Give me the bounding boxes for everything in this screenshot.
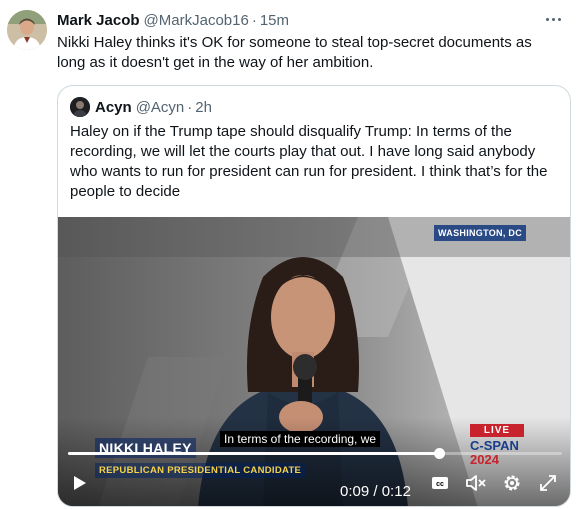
live-badge: LIVE bbox=[470, 424, 524, 437]
tweet-header: Mark Jacob @MarkJacob16 · 15m bbox=[57, 10, 564, 30]
network-logo-name: C-SPAN bbox=[470, 438, 519, 453]
video-progress-fill bbox=[68, 452, 439, 455]
header-separator: · bbox=[251, 11, 257, 29]
quoted-header-separator: · bbox=[187, 98, 193, 116]
play-icon[interactable] bbox=[68, 472, 90, 494]
tweet-text: Nikki Haley thinks it's OK for someone t… bbox=[57, 34, 532, 71]
video-caption: In terms of the recording, we bbox=[220, 431, 381, 447]
more-icon[interactable] bbox=[542, 8, 564, 30]
author-handle[interactable]: @MarkJacob16 bbox=[144, 12, 249, 29]
video-time-separator: / bbox=[373, 483, 378, 500]
quoted-author-name: Acyn bbox=[95, 98, 132, 116]
video-player[interactable]: WASHINGTON, DC NIKKI HALEY REPUBLICAN PR… bbox=[58, 217, 570, 506]
quoted-author-avatar bbox=[70, 97, 90, 117]
quoted-timestamp: 2h bbox=[195, 98, 212, 116]
quoted-tweet[interactable]: Acyn @Acyn · 2h Haley on if the Trump ta… bbox=[57, 85, 571, 507]
tweet-timestamp[interactable]: 15m bbox=[260, 12, 289, 29]
quoted-tweet-header: Acyn @Acyn · 2h bbox=[70, 97, 212, 117]
gear-icon[interactable] bbox=[500, 471, 524, 495]
fullscreen-icon[interactable] bbox=[536, 471, 560, 495]
video-progress-knob[interactable] bbox=[433, 448, 445, 459]
video-current-time: 0:09 bbox=[340, 483, 370, 500]
lower-third-title: REPUBLICAN PRESIDENTIAL CANDIDATE bbox=[95, 463, 306, 478]
lower-third-name: NIKKI HALEY bbox=[95, 438, 196, 458]
quoted-tweet-text: Haley on if the Trump tape should disqua… bbox=[70, 123, 548, 200]
svg-text:cc: cc bbox=[436, 481, 444, 488]
quoted-author-handle: @Acyn bbox=[135, 98, 185, 116]
quoted-avatar-icon bbox=[70, 97, 90, 117]
volume-muted-icon[interactable] bbox=[464, 471, 488, 495]
closed-captions-icon[interactable]: cc bbox=[430, 473, 450, 493]
author-avatar-image bbox=[7, 10, 47, 50]
network-logo-year: 2024 bbox=[470, 452, 499, 467]
video-duration: 0:12 bbox=[381, 483, 411, 500]
author-avatar[interactable] bbox=[7, 10, 47, 50]
video-progress-bar[interactable] bbox=[68, 448, 562, 459]
video-dateline: WASHINGTON, DC bbox=[434, 225, 527, 241]
video-time-readout: 0:09 / 0:12 bbox=[340, 483, 411, 500]
tweet[interactable]: Mark Jacob @MarkJacob16 · 15m Nikki Hale… bbox=[0, 0, 584, 509]
author-name[interactable]: Mark Jacob bbox=[57, 12, 140, 29]
